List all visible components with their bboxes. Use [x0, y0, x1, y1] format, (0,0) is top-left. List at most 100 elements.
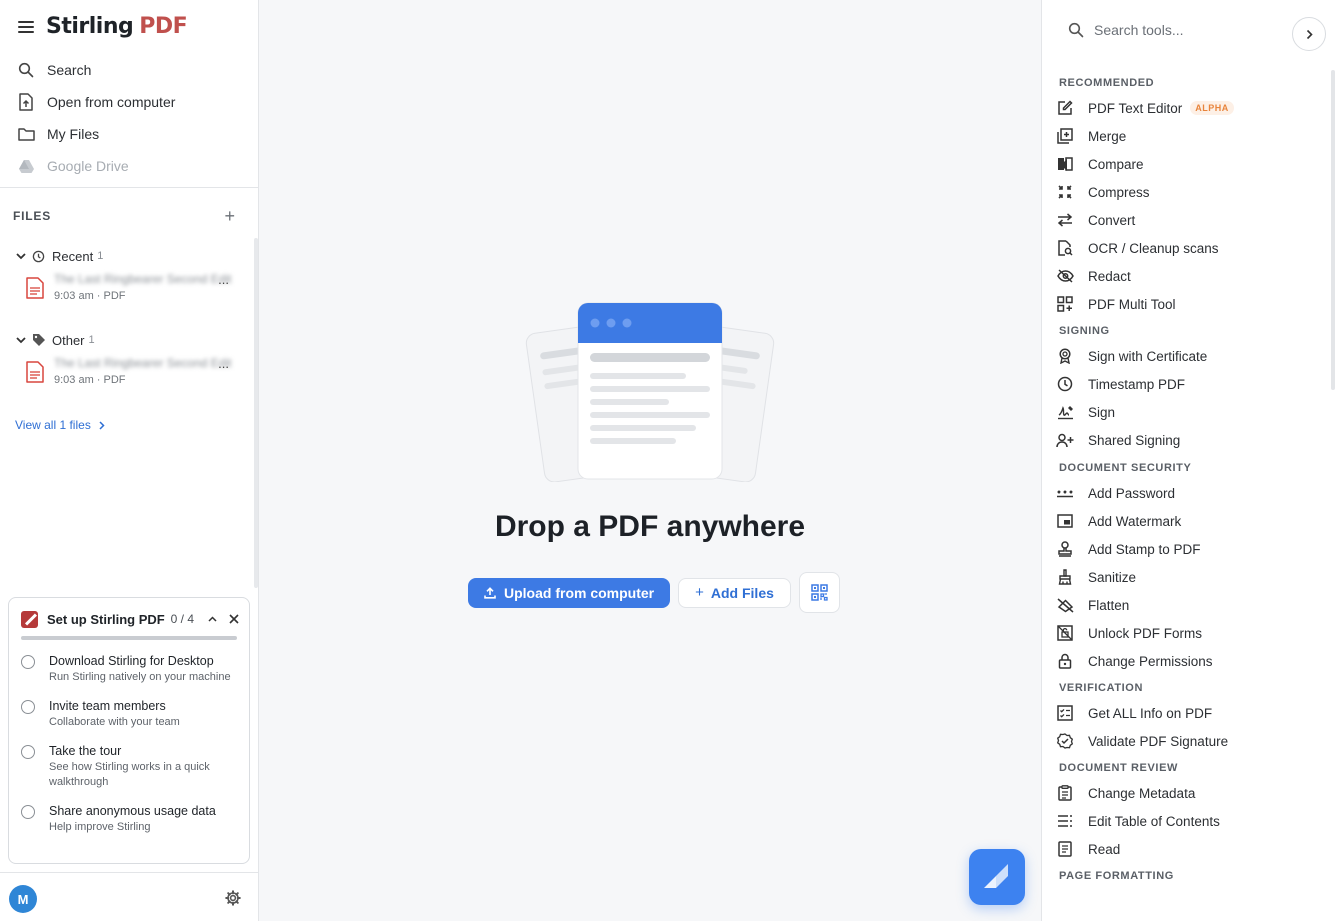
- setup-task-list: Download Stirling for Desktop Run Stirlin…: [9, 654, 249, 835]
- setup-task-take-tour[interactable]: Take the tour See how Stirling works in a…: [9, 744, 249, 790]
- nav-my-files[interactable]: My Files: [16, 118, 244, 150]
- files-header: FILES +: [13, 206, 235, 226]
- watermark-icon: [1056, 512, 1074, 530]
- tag-icon: [32, 333, 46, 347]
- history-icon: [32, 250, 46, 263]
- upload-from-computer-button[interactable]: Upload from computer: [468, 577, 671, 608]
- search-icon: [1068, 22, 1084, 38]
- stirling-logo-icon: [21, 610, 38, 628]
- task-checkbox[interactable]: [21, 700, 35, 714]
- category-recommended: RECOMMENDED: [1059, 77, 1155, 89]
- tool-sign[interactable]: Sign: [1056, 398, 1326, 426]
- alpha-badge: ALPHA: [1190, 101, 1234, 115]
- multi-tool-icon: [1056, 295, 1074, 313]
- file-meta: 9:03 am · PDF: [54, 374, 126, 386]
- left-sidebar: Stirling PDF Search Open from computer My…: [0, 0, 259, 921]
- file-item[interactable]: The Last Ringbearer Second Edition 9:03 …: [16, 356, 241, 386]
- group-toggle-recent[interactable]: Recent 1: [16, 246, 241, 266]
- tool-unlock-pdf-forms[interactable]: Unlock PDF Forms: [1056, 619, 1326, 647]
- tool-sign-with-certificate[interactable]: Sign with Certificate: [1056, 342, 1326, 370]
- task-checkbox[interactable]: [21, 805, 35, 819]
- nav-open-from-computer[interactable]: Open from computer: [16, 86, 244, 118]
- task-checkbox[interactable]: [21, 655, 35, 669]
- tool-read[interactable]: Read: [1056, 835, 1326, 863]
- assistant-fab-button[interactable]: [969, 849, 1025, 905]
- tool-add-password[interactable]: Add Password: [1056, 479, 1326, 507]
- category-signing: SIGNING: [1059, 325, 1110, 337]
- redact-icon: [1056, 267, 1074, 285]
- qr-code-button[interactable]: [798, 572, 840, 613]
- stirling-logo-icon: [982, 864, 1012, 890]
- file-group-recent: Recent 1 The Last Ringbearer Second Edit…: [16, 246, 241, 302]
- category-document-security: DOCUMENT SECURITY: [1059, 462, 1192, 474]
- lock-icon: [1056, 652, 1074, 670]
- tool-validate-pdf-signature[interactable]: Validate PDF Signature: [1056, 727, 1326, 755]
- menu-icon[interactable]: [18, 20, 34, 33]
- file-item[interactable]: The Last Ringbearer Second Edition 9:03 …: [16, 272, 241, 302]
- file-group-other: Other 1 The Last Ringbearer Second Editi…: [16, 330, 241, 386]
- tool-sanitize[interactable]: Sanitize: [1056, 563, 1326, 591]
- qr-code-icon: [811, 584, 828, 601]
- upload-icon: [484, 586, 496, 599]
- file-upload-icon: [16, 92, 36, 112]
- tool-list: RECOMMENDED PDF Text Editor ALPHA Merge …: [1056, 72, 1326, 887]
- tool-timestamp-pdf[interactable]: Timestamp PDF: [1056, 370, 1326, 398]
- tool-flatten[interactable]: Flatten: [1056, 591, 1326, 619]
- clock-icon: [1056, 375, 1074, 393]
- tool-pdf-text-editor[interactable]: PDF Text Editor ALPHA: [1056, 94, 1326, 122]
- tools-search-input[interactable]: [1094, 22, 1264, 38]
- sanitize-icon: [1056, 568, 1074, 586]
- setup-checklist-card: Set up Stirling PDF 0 / 4 Download Stirl…: [8, 597, 250, 864]
- nav-google-drive[interactable]: Google Drive: [16, 150, 244, 182]
- read-icon: [1056, 840, 1074, 858]
- toc-icon: [1056, 812, 1074, 830]
- upload-actions: Upload from computer + Add Files: [468, 572, 840, 613]
- chevron-up-icon[interactable]: [208, 616, 217, 622]
- task-checkbox[interactable]: [21, 745, 35, 759]
- tool-merge[interactable]: Merge: [1056, 122, 1326, 150]
- google-drive-icon: [16, 156, 36, 176]
- main-drop-area[interactable]: Drop a PDF anywhere Upload from computer…: [259, 0, 1041, 921]
- divider: [0, 187, 258, 188]
- nav-search[interactable]: Search: [16, 54, 244, 86]
- add-files-button[interactable]: + Add Files: [678, 577, 791, 608]
- setup-task-invite-team[interactable]: Invite team members Collaborate with your…: [9, 699, 249, 730]
- convert-icon: [1056, 211, 1074, 229]
- tool-ocr-cleanup[interactable]: OCR / Cleanup scans: [1056, 234, 1326, 262]
- setup-header: Set up Stirling PDF 0 / 4: [9, 598, 249, 630]
- tool-compare[interactable]: Compare: [1056, 150, 1326, 178]
- shared-signing-icon: [1056, 431, 1074, 449]
- file-name: The Last Ringbearer Second Edition: [54, 356, 232, 370]
- tool-shared-signing[interactable]: Shared Signing: [1056, 426, 1326, 454]
- setup-progress-text: 0 / 4: [170, 612, 194, 626]
- tool-change-permissions[interactable]: Change Permissions: [1056, 647, 1326, 675]
- collapse-panel-button[interactable]: [1292, 17, 1326, 51]
- add-file-button[interactable]: +: [224, 207, 235, 225]
- primary-nav: Search Open from computer My Files Googl…: [16, 54, 244, 182]
- tool-convert[interactable]: Convert: [1056, 206, 1326, 234]
- setup-task-download-desktop[interactable]: Download Stirling for Desktop Run Stirlin…: [9, 654, 249, 685]
- merge-icon: [1056, 127, 1074, 145]
- group-toggle-other[interactable]: Other 1: [16, 330, 241, 350]
- tool-get-all-info[interactable]: Get ALL Info on PDF: [1056, 699, 1326, 727]
- plus-icon: +: [695, 584, 704, 601]
- sidebar-scrollbar[interactable]: [254, 238, 258, 588]
- category-verification: VERIFICATION: [1059, 682, 1143, 694]
- tool-change-metadata[interactable]: Change Metadata: [1056, 779, 1326, 807]
- setup-progress-bar: [21, 636, 237, 640]
- tool-add-stamp[interactable]: Add Stamp to PDF: [1056, 535, 1326, 563]
- chevron-right-icon: [99, 420, 105, 430]
- view-all-files-link[interactable]: View all 1 files: [15, 418, 105, 432]
- metadata-icon: [1056, 784, 1074, 802]
- gear-icon[interactable]: [225, 890, 241, 906]
- tools-scrollbar[interactable]: [1331, 70, 1335, 390]
- setup-task-share-usage[interactable]: Share anonymous usage data Help improve S…: [9, 804, 249, 835]
- avatar[interactable]: M: [9, 885, 37, 913]
- tool-edit-table-of-contents[interactable]: Edit Table of Contents: [1056, 807, 1326, 835]
- tool-redact[interactable]: Redact: [1056, 262, 1326, 290]
- tool-add-watermark[interactable]: Add Watermark: [1056, 507, 1326, 535]
- validate-icon: [1056, 732, 1074, 750]
- tool-pdf-multi-tool[interactable]: PDF Multi Tool: [1056, 290, 1326, 318]
- tool-compress[interactable]: Compress: [1056, 178, 1326, 206]
- close-icon[interactable]: [229, 614, 239, 624]
